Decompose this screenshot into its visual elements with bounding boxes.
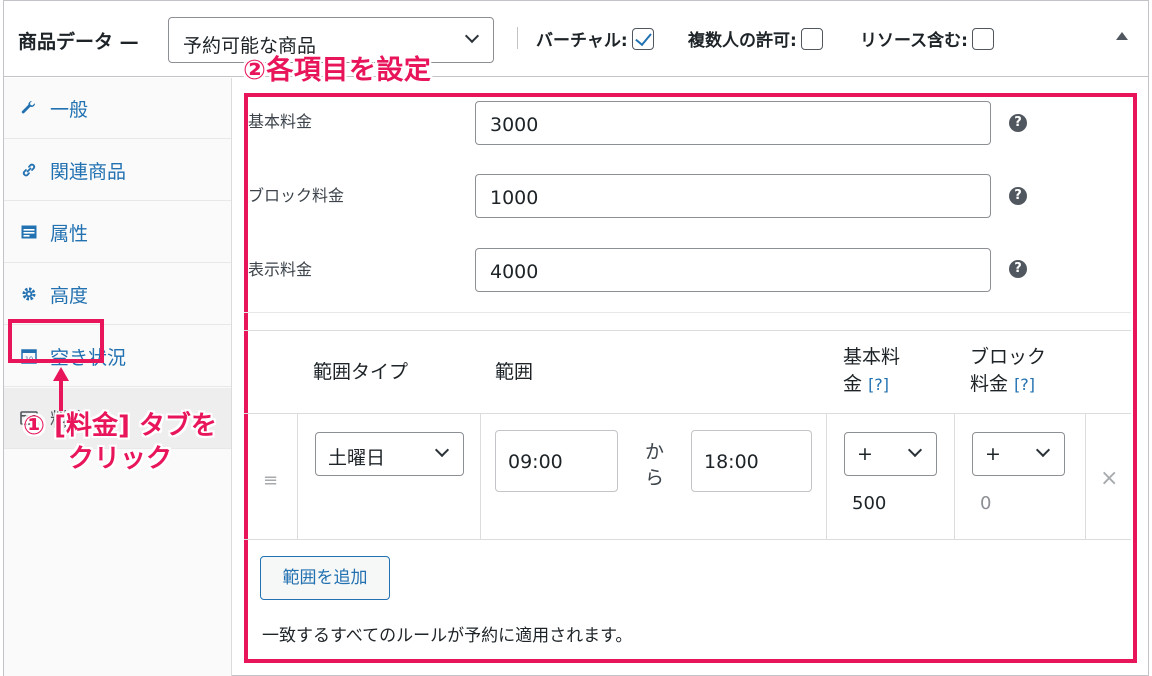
tab-general[interactable]: 一般 [4,78,231,139]
resources-label: リソース含む: [860,31,968,51]
table-icon [20,223,38,241]
block-cost-value: 1000 [490,187,539,209]
panel-header: 商品データ — 予約可能な商品 バーチャル: 複数人の許可: リソース含む: [4,1,1148,77]
wrench-icon [20,99,38,117]
block-cost-modifier-select[interactable]: + [972,432,1065,476]
range-from-input[interactable]: 09:00 [495,430,618,492]
col-divider [1085,414,1086,540]
col-divider [826,414,827,540]
tab-general-label: 一般 [50,98,89,121]
gear-icon [20,285,38,303]
step2-callout: ②各項目を設定 [243,55,432,86]
multi-person-checkbox[interactable] [800,27,823,50]
range-to-value: 18:00 [704,451,759,473]
chevron-down-icon [907,442,923,458]
step1-callout: ① [料金] タブを クリック [10,410,230,475]
tab-advanced[interactable]: 高度 [4,264,231,325]
collapse-arrow-icon[interactable] [1116,32,1128,40]
rules-note: 一致するすべてのルールが予約に適用されます。 [262,626,633,646]
help-icon[interactable]: ? [1009,187,1027,205]
base-cost-modifier-select[interactable]: + [844,432,937,476]
range-separator-line2: ら [645,466,665,489]
display-cost-value: 4000 [490,261,539,283]
display-cost-label: 表示料金 [248,260,313,279]
th-base-cost-line2: 金 [843,372,863,395]
virtual-label: バーチャル: [536,31,628,51]
header-divider [517,27,518,49]
base-cost-label: 基本料金 [248,112,313,131]
th-block-cost-line2: 料金 [970,372,1009,395]
virtual-checkbox[interactable] [631,27,654,50]
step1-callout-line1: ① [料金] タブを [23,411,217,441]
base-cost-modifier-value: + [857,443,873,465]
delete-row-icon[interactable]: × [1100,466,1118,491]
block-cost-input[interactable]: 1000 [475,174,991,218]
resources-option: リソース含む: [860,26,994,51]
step1-highlight-box [8,319,104,363]
virtual-option: バーチャル: [536,26,654,51]
base-cost-help-link[interactable]: [?] [868,375,889,394]
th-range: 範囲 [495,361,534,383]
help-icon[interactable]: ? [1009,114,1027,132]
range-separator-line1: か [645,441,665,463]
th-block-cost: ブロック 料金 [?] [970,344,1046,397]
col-divider [954,414,955,540]
row-block-cost-value[interactable]: 0 [980,493,991,514]
tab-linked-products-label: 関連商品 [50,160,127,183]
panel-title: 商品データ — [18,31,139,53]
resources-checkbox[interactable] [971,27,994,50]
tab-advanced-label: 高度 [50,284,89,307]
add-range-button[interactable]: 範囲を追加 [260,556,390,600]
col-divider [297,414,298,540]
step1-callout-line2: クリック [67,443,172,474]
chevron-down-icon [1035,442,1051,458]
display-cost-input[interactable]: 4000 [475,248,991,292]
tab-attributes-label: 属性 [50,222,89,245]
tab-attributes[interactable]: 属性 [4,202,231,263]
product-data-tabs: 一般 関連商品 属性 高度 10 空き状況 料金 [4,78,232,676]
link-icon [20,161,38,179]
range-to-input[interactable]: 18:00 [691,430,812,492]
base-cost-value: 3000 [490,114,539,136]
tab-linked-products[interactable]: 関連商品 [4,140,231,201]
section-divider [244,312,1131,313]
th-base-cost-line1: 基本料 [843,346,901,368]
multi-person-label: 複数人の許可: [688,31,797,51]
range-separator: か ら [645,440,664,491]
block-cost-help-link[interactable]: [?] [1014,375,1035,394]
chevron-down-icon [434,442,450,458]
chevron-down-icon [464,28,480,44]
help-icon[interactable]: ? [1009,260,1027,278]
row-base-cost-value[interactable]: 500 [852,493,886,514]
step1-arrow-shaft [59,379,63,411]
base-cost-input[interactable]: 3000 [475,101,991,145]
th-base-cost: 基本料 金 [?] [843,344,900,397]
drag-handle-icon[interactable]: ≡ [263,470,278,491]
range-from-value: 09:00 [508,451,563,473]
block-cost-label: ブロック料金 [248,186,345,205]
th-range-type: 範囲タイプ [313,361,409,383]
range-type-value: 土曜日 [328,447,386,469]
multi-person-option: 複数人の許可: [688,26,823,51]
th-block-cost-line1: ブロック [970,346,1047,368]
range-type-select[interactable]: 土曜日 [315,432,464,476]
block-cost-modifier-value: + [985,443,1001,465]
col-divider [480,414,481,540]
